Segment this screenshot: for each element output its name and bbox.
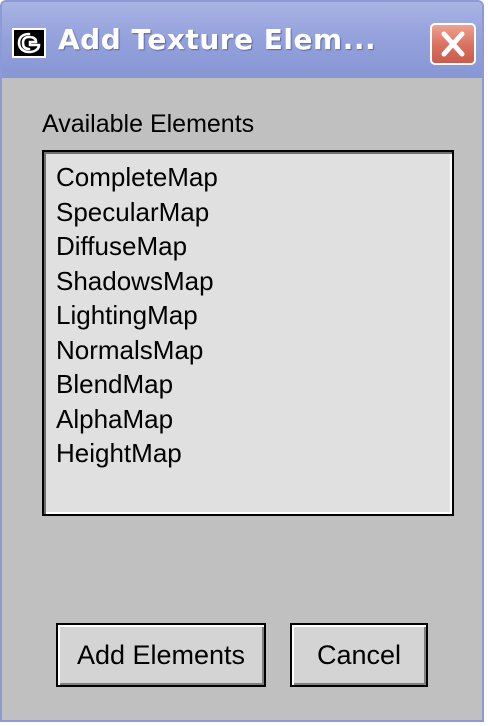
list-item-diffusemap[interactable]: DiffuseMap: [56, 229, 452, 264]
list-item-normalsmap[interactable]: NormalsMap: [56, 333, 452, 368]
cancel-button[interactable]: Cancel: [290, 623, 428, 687]
list-item-alphamap[interactable]: AlphaMap: [56, 402, 452, 437]
add-texture-elements-dialog: Add Texture Elem... Available Elements C…: [0, 0, 484, 722]
app-logo-icon[interactable]: [12, 28, 46, 58]
available-elements-list[interactable]: CompleteMap SpecularMap DiffuseMap Shado…: [42, 150, 454, 516]
available-elements-label: Available Elements: [42, 110, 255, 138]
title-bar[interactable]: Add Texture Elem...: [2, 2, 482, 78]
window-title: Add Texture Elem...: [58, 23, 377, 56]
dialog-body: Available Elements CompleteMap SpecularM…: [2, 78, 482, 720]
list-item-specularmap[interactable]: SpecularMap: [56, 195, 452, 230]
list-item-heightmap[interactable]: HeightMap: [56, 436, 452, 471]
add-elements-button[interactable]: Add Elements: [56, 623, 266, 687]
close-icon: [441, 31, 465, 57]
list-item-shadowsmap[interactable]: ShadowsMap: [56, 264, 452, 299]
list-item-lightingmap[interactable]: LightingMap: [56, 298, 452, 333]
list-item-blendmap[interactable]: BlendMap: [56, 367, 452, 402]
list-item-completemap[interactable]: CompleteMap: [56, 160, 452, 195]
close-button[interactable]: [430, 23, 476, 65]
